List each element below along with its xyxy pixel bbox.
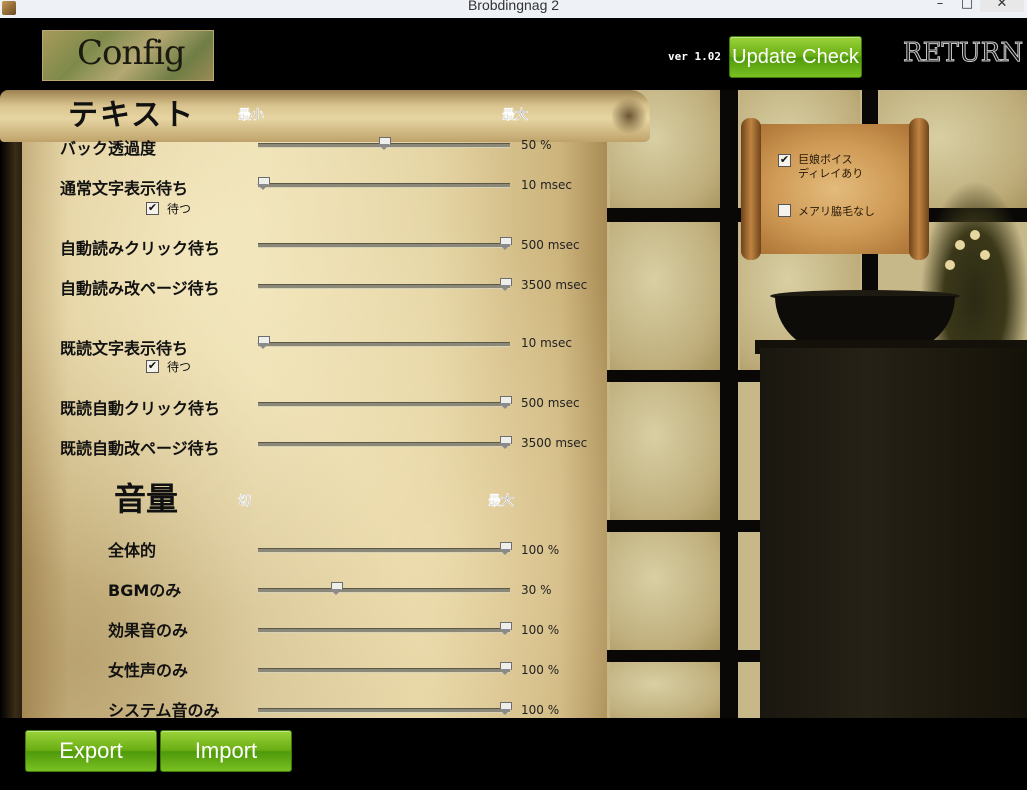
slider-thumb[interactable]: [499, 396, 512, 409]
back-opacity-slider[interactable]: [258, 137, 510, 151]
options-scroll: ✔ 巨娘ボイス ディレイあり メアリ脇毛なし: [741, 118, 929, 260]
volume-value: 100 %: [521, 703, 560, 717]
volume-label: 女性声のみ: [108, 661, 189, 680]
bgm-volume-slider[interactable]: [258, 582, 510, 596]
maximize-button[interactable]: □: [955, 0, 979, 12]
export-button[interactable]: Export: [25, 730, 157, 772]
window-title: Brobdingnag 2: [467, 0, 560, 13]
read-auto-click-slider[interactable]: [258, 396, 512, 410]
auto-page-wait-slider[interactable]: [258, 278, 512, 292]
minimize-button[interactable]: –: [928, 0, 952, 12]
setting-value: 500 msec: [521, 396, 580, 410]
setting-label: 自動読みクリック待ち: [60, 239, 221, 258]
option-label-line2: ディレイあり: [798, 167, 864, 180]
wait-checkbox-label: 待つ: [167, 202, 192, 216]
update-check-button[interactable]: Update Check: [729, 36, 862, 78]
setting-label: 既読自動改ページ待ち: [60, 439, 220, 458]
setting-value: 500 msec: [521, 238, 580, 252]
return-button[interactable]: RETURN: [902, 38, 1023, 69]
setting-label: 自動読み改ページ待ち: [60, 279, 220, 298]
slider-thumb[interactable]: [499, 436, 512, 449]
system-volume-slider[interactable]: [258, 702, 512, 716]
slider-thumb[interactable]: [378, 137, 391, 150]
volume-value: 100 %: [521, 543, 560, 557]
volume-value: 100 %: [521, 623, 560, 637]
auto-click-wait-slider[interactable]: [258, 237, 512, 251]
female-voice-volume-slider[interactable]: [258, 662, 512, 676]
version-label: ver 1.02: [668, 50, 721, 63]
text-max-label: 最大: [502, 108, 529, 123]
volume-min-label: 切: [238, 494, 252, 509]
setting-value: 3500 msec: [521, 278, 588, 292]
text-min-label: 最小: [238, 108, 265, 123]
slider-thumb[interactable]: [499, 622, 512, 635]
setting-label: 既読自動クリック待ち: [60, 399, 221, 418]
volume-label: BGMのみ: [108, 581, 182, 600]
wait-checkbox[interactable]: ✔: [146, 360, 159, 373]
window-titlebar: Brobdingnag 2 – □ ✕: [0, 0, 1027, 19]
mary-armpit-checkbox[interactable]: [778, 204, 791, 217]
slider-thumb[interactable]: [499, 662, 512, 675]
close-button[interactable]: ✕: [980, 0, 1024, 12]
setting-label: 既読文字表示待ち: [60, 339, 189, 358]
setting-value: 10 msec: [521, 178, 573, 192]
option-label: メアリ脇毛なし: [798, 205, 875, 218]
config-logo: Config: [42, 30, 214, 81]
volume-label: 全体的: [108, 541, 157, 560]
import-button[interactable]: Import: [160, 730, 292, 772]
read-auto-page-slider[interactable]: [258, 436, 512, 450]
setting-value: 50 %: [521, 138, 552, 152]
slider-thumb[interactable]: [499, 542, 512, 555]
volume-max-label: 最大: [488, 494, 515, 509]
slider-thumb[interactable]: [499, 237, 512, 250]
slider-thumb[interactable]: [499, 702, 512, 715]
volume-label: 効果音のみ: [108, 621, 189, 640]
slider-thumb[interactable]: [257, 177, 270, 190]
master-volume-slider[interactable]: [258, 542, 512, 556]
option-label-line1: 巨娘ボイス: [798, 153, 853, 166]
setting-value: 3500 msec: [521, 436, 588, 450]
slider-thumb[interactable]: [499, 278, 512, 291]
text-section-title: テキスト: [68, 98, 196, 133]
volume-section-title: 音量: [114, 480, 179, 518]
read-text-speed-slider[interactable]: [257, 336, 510, 350]
cabinet-silhouette: [760, 348, 1027, 718]
volume-value: 30 %: [521, 583, 552, 597]
config-screen: Config ver 1.02 Update Check RETURN テキスト…: [0, 18, 1027, 790]
slider-thumb[interactable]: [329, 582, 343, 595]
volume-value: 100 %: [521, 663, 560, 677]
slider-thumb[interactable]: [257, 336, 270, 349]
setting-label: 通常文字表示待ち: [60, 179, 189, 198]
sfx-volume-slider[interactable]: [258, 622, 512, 636]
wait-checkbox[interactable]: ✔: [146, 202, 159, 215]
giant-voice-delay-checkbox[interactable]: ✔: [778, 154, 791, 167]
logo-text: Config: [77, 33, 186, 73]
setting-value: 10 msec: [521, 336, 573, 350]
setting-label: バック透過度: [60, 139, 157, 158]
text-speed-slider[interactable]: [257, 177, 510, 191]
wait-checkbox-label: 待つ: [167, 360, 192, 374]
